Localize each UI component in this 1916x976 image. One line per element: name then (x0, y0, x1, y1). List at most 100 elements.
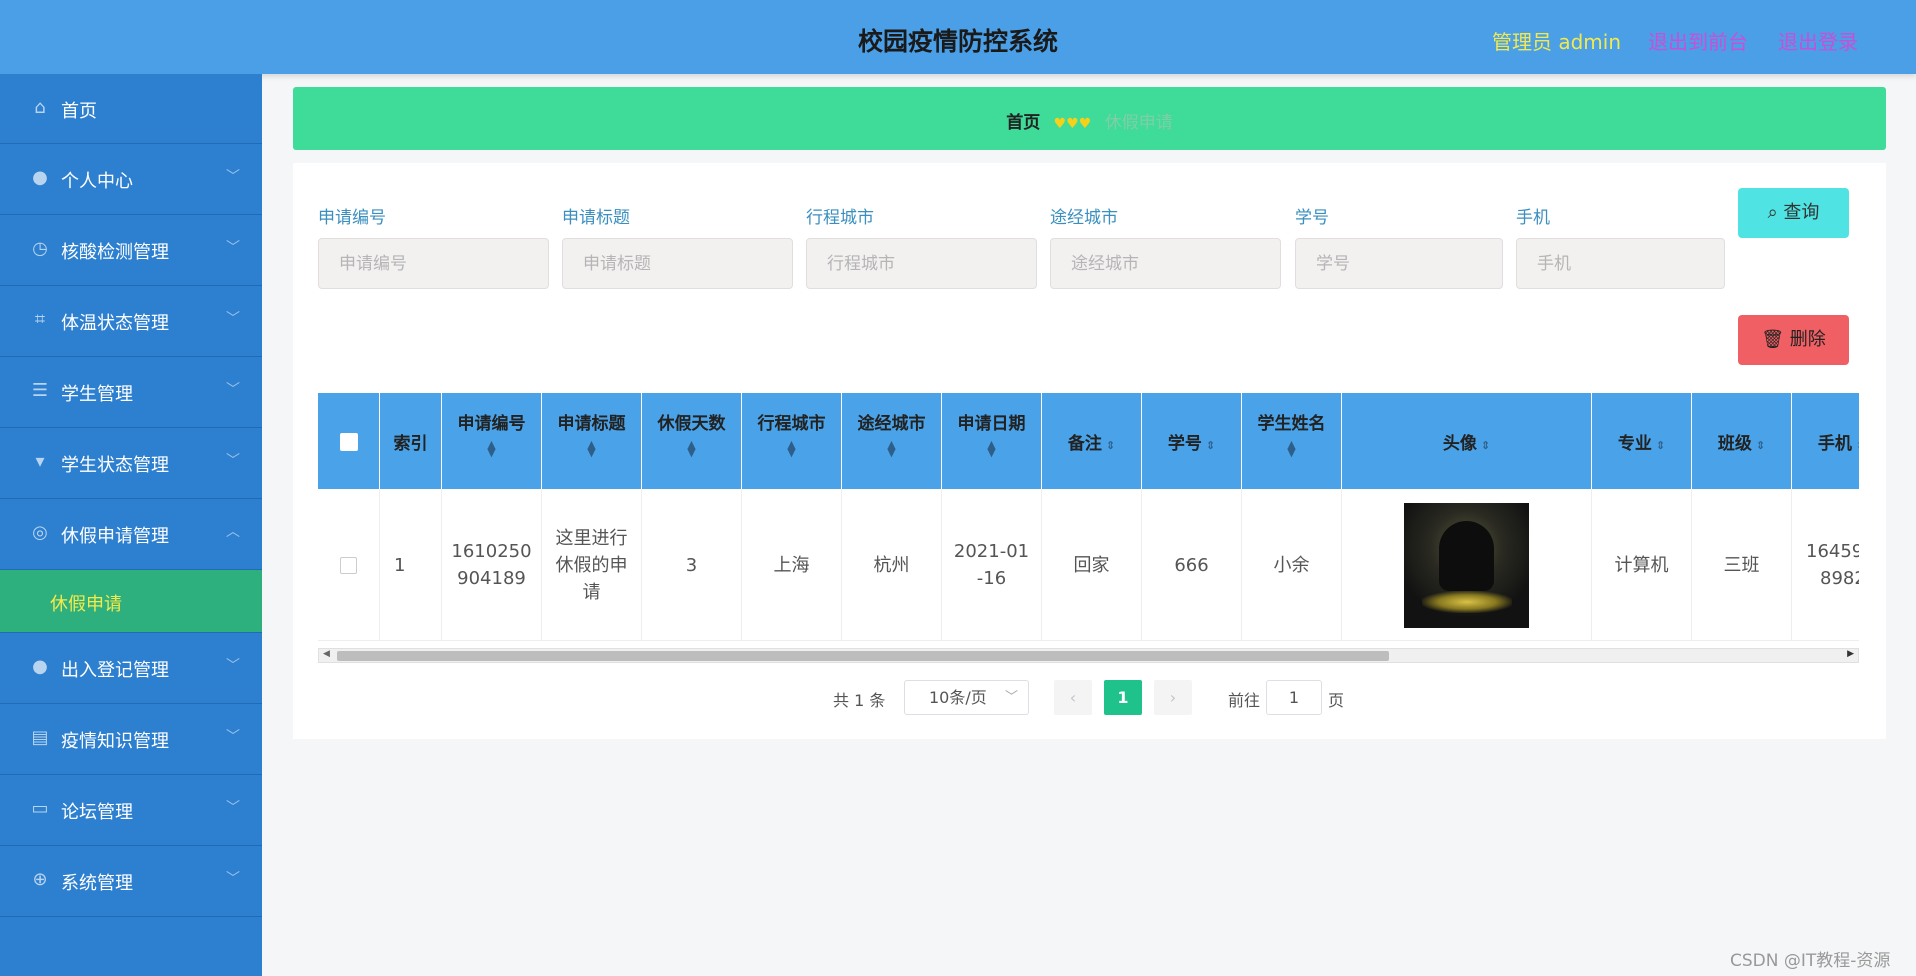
submenu-item-leave[interactable]: 休假申请 (0, 570, 262, 633)
cell-major: 计算机 (1592, 489, 1692, 641)
pin-icon: ▾ (35, 451, 45, 472)
page-size-select[interactable]: 10条/页 ﹀ (904, 680, 1029, 715)
application-number-input[interactable] (318, 238, 549, 289)
submenu-item-label: 休假申请 (50, 594, 122, 615)
travel-city-input[interactable] (806, 238, 1037, 289)
sidebar-item-label: 系统管理 (61, 873, 133, 894)
sort-icon[interactable]: ▲ ▼ (542, 439, 641, 458)
chevron-down-icon: ﹀ (226, 800, 240, 816)
sort-icon[interactable]: ⇕ (1856, 439, 1859, 452)
chevron-down-icon: ﹀ (1004, 690, 1018, 705)
select-all-checkbox[interactable] (340, 433, 358, 451)
delete-button-label: 删除 (1789, 329, 1826, 350)
sidebar-item-leave-application[interactable]: ◎ 休假申请管理 ︿ (0, 499, 262, 570)
chevron-down-icon: ﹀ (226, 453, 240, 469)
sort-icon[interactable]: ⇕ (1656, 439, 1665, 452)
list-icon: ☰ (31, 380, 49, 401)
sort-icon[interactable]: ⇕ (1756, 439, 1765, 452)
cell-student-name: 小余 (1242, 489, 1342, 641)
sidebar-item-label: 学生管理 (61, 384, 133, 405)
search-button[interactable]: ⌕ 查询 (1738, 188, 1849, 238)
prev-page-button[interactable]: ‹ (1054, 680, 1092, 715)
crop-icon: ⌗ (34, 309, 46, 330)
breadcrumb-home[interactable]: 首页 (1006, 113, 1040, 133)
row-select-cell (318, 489, 380, 641)
user-icon: ● (32, 167, 48, 188)
header-application-number[interactable]: 申请编号 ▲ ▼ (442, 393, 542, 489)
sidebar-item-temperature[interactable]: ⌗ 体温状态管理 ﹀ (0, 286, 262, 357)
header-application-date[interactable]: 申请日期 ▲ ▼ (942, 393, 1042, 489)
trash-icon: 🗑 (1761, 329, 1785, 350)
sidebar-item-knowledge[interactable]: ▤ 疫情知识管理 ﹀ (0, 704, 262, 775)
row-checkbox[interactable] (340, 556, 357, 574)
sort-icon[interactable]: ⇕ (1481, 439, 1490, 452)
sidebar-item-student-status[interactable]: ▾ 学生状态管理 ﹀ (0, 428, 262, 499)
cell-student-id: 666 (1142, 489, 1242, 641)
scrollbar-thumb[interactable] (337, 651, 1389, 661)
top-header: 校园疫情防控系统 管理员 admin 退出到前台 退出登录 (0, 0, 1916, 74)
delete-button[interactable]: 🗑 删除 (1738, 315, 1849, 365)
sort-icon[interactable]: ▲ ▼ (942, 439, 1041, 458)
chevron-down-icon: ﹀ (226, 382, 240, 398)
header-major[interactable]: 专业 ⇕ (1592, 393, 1692, 489)
sidebar-item-label: 学生状态管理 (61, 455, 169, 476)
scroll-left-icon[interactable]: ◀ (323, 649, 330, 659)
goto-page-input[interactable]: 1 (1266, 680, 1322, 715)
sort-icon[interactable]: ▲ ▼ (642, 439, 741, 458)
next-page-button[interactable]: › (1154, 680, 1192, 715)
admin-label: 管理员 admin (1492, 30, 1622, 54)
sort-icon[interactable]: ▲ ▼ (842, 439, 941, 458)
header-travel-city[interactable]: 行程城市 ▲ ▼ (742, 393, 842, 489)
sidebar-item-entry-exit[interactable]: ● 出入登记管理 ﹀ (0, 633, 262, 704)
sidebar-item-students[interactable]: ☰ 学生管理 ﹀ (0, 357, 262, 428)
header-leave-days[interactable]: 休假天数 ▲ ▼ (642, 393, 742, 489)
logout-link[interactable]: 退出登录 (1778, 26, 1858, 55)
sort-icon[interactable]: ▲ ▼ (1242, 439, 1341, 458)
sidebar-item-forum[interactable]: ▭ 论坛管理 ﹀ (0, 775, 262, 846)
sidebar: ⌂ 首页 ● 个人中心 ﹀ ◷ 核酸检测管理 ﹀ ⌗ 体温状态管理 ﹀ ☰ 学生… (0, 74, 262, 976)
application-number-label: 申请编号 (318, 208, 386, 228)
scroll-right-icon[interactable]: ▶ (1847, 649, 1854, 659)
phone-input[interactable] (1516, 238, 1725, 289)
student-id-label: 学号 (1295, 208, 1329, 228)
header-avatar[interactable]: 头像 ⇕ (1342, 393, 1592, 489)
page-number-button[interactable]: 1 (1104, 680, 1142, 715)
cell-index: 1 (380, 489, 442, 641)
header-student-id[interactable]: 学号 ⇕ (1142, 393, 1242, 489)
application-title-input[interactable] (562, 238, 793, 289)
sidebar-item-system[interactable]: ⊕ 系统管理 ﹀ (0, 846, 262, 917)
cell-application-number: 1610250 904189 (442, 489, 542, 641)
header-via-city[interactable]: 途经城市 ▲ ▼ (842, 393, 942, 489)
compass-icon: ◎ (32, 522, 48, 543)
sidebar-item-label: 个人中心 (61, 171, 133, 192)
goto-unit-label: 页 (1328, 691, 1345, 710)
header-note[interactable]: 备注 ⇕ (1042, 393, 1142, 489)
via-city-label: 途经城市 (1050, 208, 1118, 228)
sidebar-item-label: 首页 (61, 101, 97, 122)
sort-icon[interactable]: ⇕ (1206, 439, 1215, 452)
header-student-name[interactable]: 学生姓名 ▲ ▼ (1242, 393, 1342, 489)
back-to-front-link[interactable]: 退出到前台 (1648, 26, 1748, 55)
cell-avatar (1342, 489, 1592, 641)
header-class[interactable]: 班级 ⇕ (1692, 393, 1792, 489)
header-application-title[interactable]: 申请标题 ▲ ▼ (542, 393, 642, 489)
cell-application-title: 这里进行 休假的申 请 (542, 489, 642, 641)
sort-icon[interactable]: ⇕ (1106, 439, 1115, 452)
horizontal-scrollbar[interactable]: ◀ ▶ (318, 648, 1859, 663)
header-phone[interactable]: 手机⇕ (1792, 393, 1859, 489)
cell-leave-days: 3 (642, 489, 742, 641)
pagination-total: 共 1 条 (833, 691, 886, 710)
location-icon: ● (32, 656, 48, 677)
chevron-left-icon: ‹ (1069, 688, 1077, 707)
sidebar-item-personal-center[interactable]: ● 个人中心 ﹀ (0, 144, 262, 215)
student-id-input[interactable] (1295, 238, 1503, 289)
sidebar-item-home[interactable]: ⌂ 首页 (0, 74, 262, 144)
avatar (1404, 502, 1529, 628)
cell-application-date: 2021-01 -16 (942, 489, 1042, 641)
via-city-input[interactable] (1050, 238, 1281, 289)
sidebar-item-nucleic-test[interactable]: ◷ 核酸检测管理 ﹀ (0, 215, 262, 286)
cell-note: 回家 (1042, 489, 1142, 641)
sort-icon[interactable]: ▲ ▼ (442, 439, 541, 458)
sort-icon[interactable]: ▲ ▼ (742, 439, 841, 458)
sidebar-item-label: 核酸检测管理 (61, 242, 169, 263)
